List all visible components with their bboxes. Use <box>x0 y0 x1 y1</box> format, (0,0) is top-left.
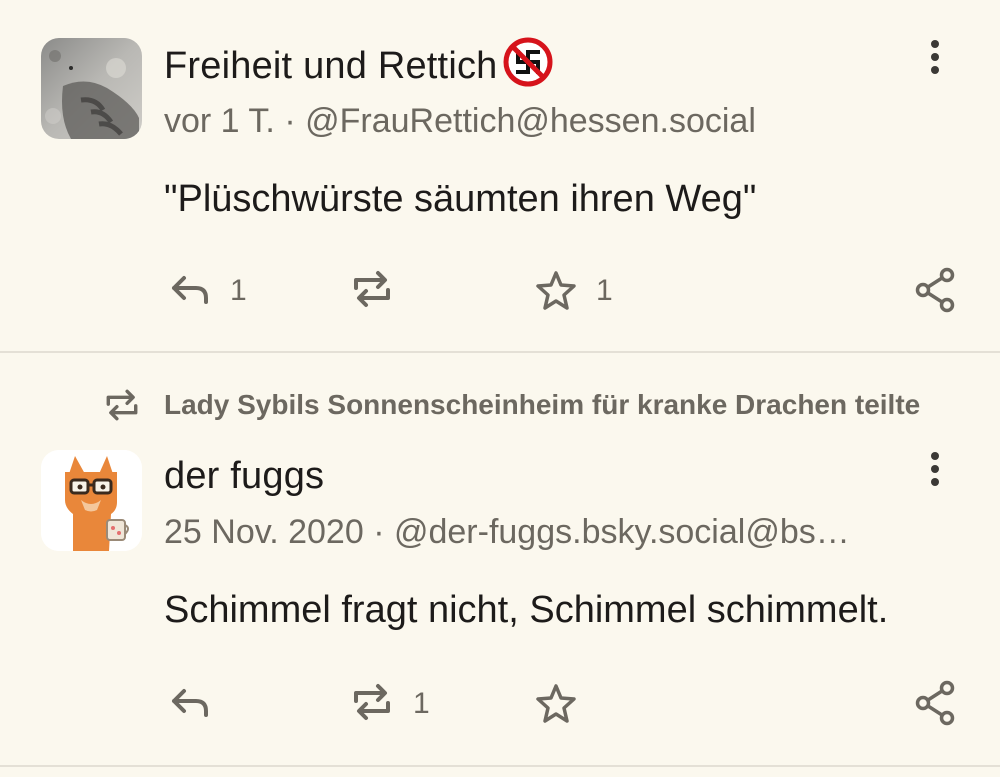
meta-separator: · <box>373 513 385 551</box>
no-swastika-icon <box>502 36 554 88</box>
account-handle[interactable]: @der-fuggs.bsky.social@bs… <box>394 513 850 551</box>
status-meta: vor 1 T. · @FrauRettich@hessen.social <box>164 102 756 141</box>
star-icon <box>536 271 576 310</box>
favourite-button[interactable] <box>535 270 577 315</box>
divider <box>0 765 1000 767</box>
boosted-by-label[interactable]: Lady Sybils Sonnenscheinheim für kranke … <box>164 389 920 421</box>
status-card[interactable]: Freiheit und Rettich vor 1 T. · @FrauRet… <box>0 0 1000 352</box>
timestamp[interactable]: 25 Nov. 2020 <box>164 513 364 551</box>
reply-count: 1 <box>230 274 247 307</box>
share-button[interactable] <box>914 680 956 731</box>
star-icon <box>536 684 576 723</box>
status-meta: 25 Nov. 2020 · @der-fuggs.bsky.social@bs… <box>164 513 884 552</box>
boost-count: 1 <box>413 687 430 720</box>
meta-separator: · <box>284 102 296 140</box>
share-button[interactable] <box>914 267 956 318</box>
more-options-icon[interactable] <box>920 450 950 490</box>
timestamp[interactable]: vor 1 T. <box>164 102 275 140</box>
boosted-by-icon <box>104 387 140 428</box>
favourite-count: 1 <box>596 274 613 307</box>
more-options-icon[interactable] <box>920 38 950 78</box>
favourite-button[interactable] <box>535 683 577 728</box>
display-name[interactable]: Freiheit und Rettich <box>164 37 554 94</box>
status-content: "Plüschwürste säumten ihren Weg" <box>164 178 757 220</box>
share-icon <box>915 680 955 726</box>
avatar[interactable] <box>41 450 142 551</box>
display-name-text: Freiheit und Rettich <box>164 45 498 88</box>
boost-button[interactable] <box>352 268 392 315</box>
reply-button[interactable] <box>170 685 210 726</box>
share-icon <box>915 267 955 313</box>
avatar[interactable] <box>41 38 142 139</box>
reply-icon <box>172 689 208 717</box>
boost-icon <box>354 271 390 307</box>
boost-button[interactable] <box>352 681 392 728</box>
reply-icon <box>172 276 208 304</box>
reply-button[interactable] <box>170 272 210 313</box>
status-card[interactable]: Lady Sybils Sonnenscheinheim für kranke … <box>0 353 1000 763</box>
display-name[interactable]: der fuggs <box>164 455 324 498</box>
status-content: Schimmel fragt nicht, Schimmel schimmelt… <box>164 589 889 631</box>
boost-icon <box>354 684 390 720</box>
account-handle[interactable]: @FrauRettich@hessen.social <box>305 102 756 140</box>
